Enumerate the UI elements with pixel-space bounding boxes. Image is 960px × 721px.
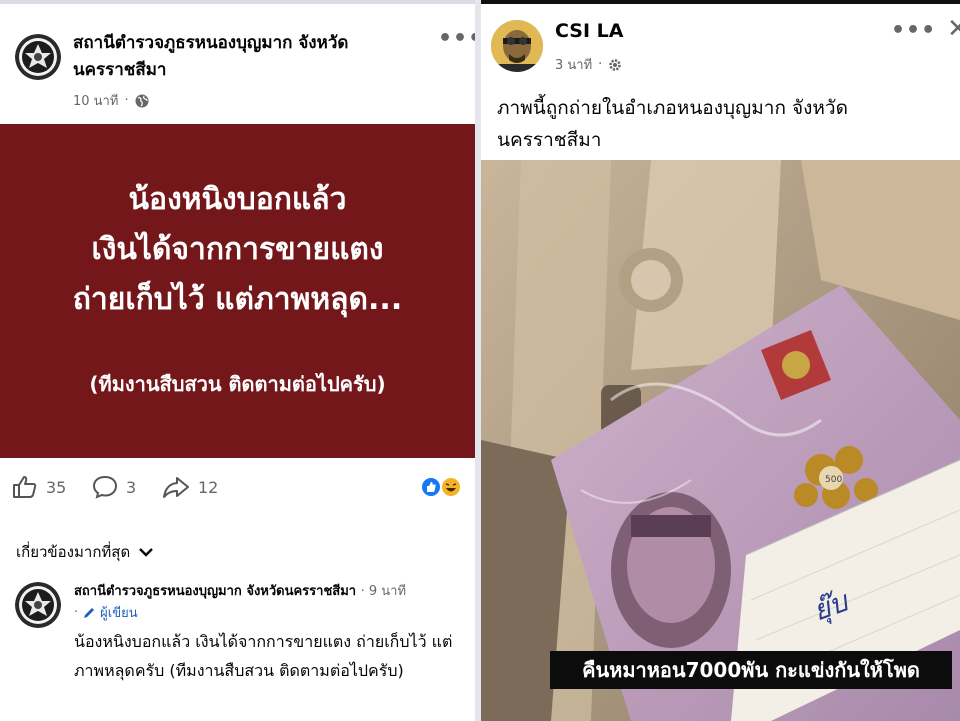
- pencil-icon: [84, 607, 95, 618]
- thumbs-up-icon: [13, 476, 37, 498]
- comment-filter-dropdown[interactable]: เกี่ยวข้องมากที่สุด: [16, 540, 154, 564]
- share-count: 12: [198, 477, 219, 497]
- card-line-1: น้องหนิงบอกแล้ว: [128, 182, 347, 217]
- comment-header: สถานีตำรวจภูธรหนองบุญมาก จังหวัดนครราชสี…: [74, 580, 406, 601]
- post-photo[interactable]: 500 ยุ๊บ: [481, 160, 960, 721]
- post-meta: 3 นาที ·: [555, 54, 622, 75]
- author-badge: · ผู้เขียน: [74, 602, 138, 623]
- dot-separator: ·: [598, 57, 603, 72]
- profile-name[interactable]: CSI LA: [555, 18, 623, 45]
- comment-time[interactable]: · 9 นาที: [361, 584, 406, 599]
- comment-author-name[interactable]: สถานีตำรวจภูธรหนองบุญมาก จังหวัดนครราชสี…: [74, 584, 356, 599]
- comment-button[interactable]: 3: [92, 475, 136, 499]
- share-arrow-icon: [163, 477, 189, 498]
- like-count: 35: [46, 477, 67, 497]
- card-subline: (ทีมงานสืบสวน ติดตามต่อไปครับ): [89, 372, 386, 396]
- photo-caption-overlay: คืนหมาหอน7000พัน กะแข่งกันให้โพด: [550, 651, 952, 689]
- page-avatar[interactable]: [15, 34, 61, 80]
- card-line-3: ถ่ายเก็บไว้ แต่ภาพหลุด...: [72, 282, 403, 317]
- post-meta: 10 นาที ·: [73, 90, 149, 111]
- like-button[interactable]: 35: [12, 475, 66, 499]
- more-options-icon[interactable]: •••: [438, 26, 475, 51]
- top-edge: [481, 0, 960, 4]
- page-name[interactable]: สถานีตำรวจภูธรหนองบุญมาก จังหวัด นครราชส…: [73, 30, 418, 84]
- post-time[interactable]: 3 นาที: [555, 54, 592, 75]
- comment-bubble-icon: [92, 475, 118, 499]
- card-line-2: เงินได้จากการขายแตง: [91, 232, 384, 267]
- dot-separator: ·: [124, 93, 129, 108]
- caption-line-2: นครราชสีมา: [497, 129, 602, 151]
- share-button[interactable]: 12: [162, 475, 218, 499]
- post-image-card[interactable]: น้องหนิงบอกแล้ว เงินได้จากการขายแตง ถ่าย…: [0, 124, 475, 458]
- caption-line-1: ภาพนี้ถูกถ่ายในอำเภอหนองบุญมาก จังหวัด: [497, 97, 848, 119]
- author-badge-label: ผู้เขียน: [100, 606, 138, 621]
- haha-reaction-icon[interactable]: [440, 476, 462, 498]
- like-reaction-icon[interactable]: [420, 476, 442, 498]
- more-options-icon[interactable]: •••: [891, 18, 936, 43]
- page-name-line-1: สถานีตำรวจภูธรหนองบุญมาก จังหวัด: [73, 33, 349, 53]
- right-post-panel: CSI LA 3 นาที · ••• ✕ ภาพนี้ถูกถ่ายในอำเ…: [481, 0, 960, 721]
- police-badge-icon: [15, 582, 61, 628]
- profile-portrait-icon: [491, 20, 543, 72]
- comment-filter-label: เกี่ยวข้องมากที่สุด: [16, 543, 131, 561]
- profile-avatar[interactable]: [491, 20, 543, 72]
- close-icon[interactable]: ✕: [947, 14, 960, 44]
- chevron-down-icon: [139, 548, 154, 557]
- comment-body: น้องหนิงบอกแล้ว เงินได้จากการขายแตง ถ่าย…: [74, 632, 453, 680]
- post-caption: ภาพนี้ถูกถ่ายในอำเภอหนองบุญมาก จังหวัด น…: [497, 92, 937, 156]
- police-badge-icon: [15, 34, 61, 80]
- globe-icon: [135, 94, 149, 107]
- comment-author-avatar[interactable]: [15, 582, 61, 628]
- top-edge: [0, 0, 475, 4]
- screenshot-collage: สถานีตำรวจภูธรหนองบุญมาก จังหวัด นครราชส…: [0, 0, 960, 721]
- banknotes-photo: 500 ยุ๊บ: [481, 160, 960, 721]
- comment-count: 3: [126, 477, 137, 497]
- banknote-denomination: 500: [825, 475, 842, 485]
- page-name-line-2: นครราชสีมา: [73, 60, 167, 80]
- settings-gear-icon: [609, 58, 622, 71]
- reaction-bar: 35 3 12: [0, 470, 475, 504]
- post-time[interactable]: 10 นาที: [73, 90, 118, 111]
- left-post-panel: สถานีตำรวจภูธรหนองบุญมาก จังหวัด นครราชส…: [0, 0, 475, 721]
